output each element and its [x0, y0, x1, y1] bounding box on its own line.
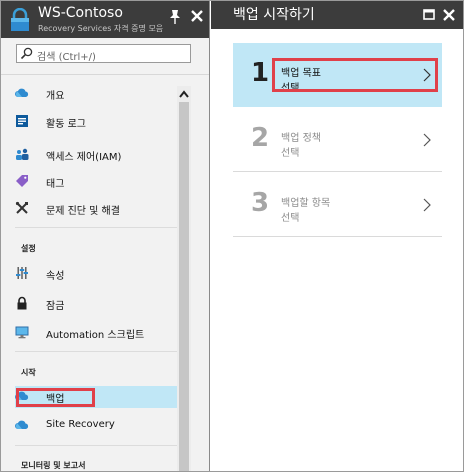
menu-item-site-recovery[interactable]: Site Recovery	[15, 415, 177, 437]
search-placeholder: 검색 (Ctrl+/)	[37, 52, 96, 63]
step-number: 1	[251, 58, 270, 88]
cloud-icon	[15, 420, 29, 429]
menu-label: Site Recovery	[46, 419, 115, 430]
chevron-right-icon	[423, 133, 431, 147]
menu-label: 잠금	[46, 301, 65, 312]
vault-title: WS-Contoso	[38, 5, 123, 21]
menu-label: Automation 스크립트	[46, 330, 145, 341]
lock-icon	[17, 296, 27, 310]
menu-item-locks[interactable]: 잠금	[15, 293, 177, 315]
getting-started-blade: 백업 시작하기 1 백업 목표 선택 2 백업 정책 선택 3 백업할 항목 선…	[211, 1, 463, 471]
step-title: 백업 정책	[281, 133, 321, 144]
vault-header: WS-Contoso Recovery Services 자격 증명 모음	[1, 1, 209, 38]
menu-item-overview[interactable]: 개요	[15, 83, 177, 105]
step-backup-policy[interactable]: 2 백업 정책 선택	[233, 108, 442, 172]
step-subtitle: 선택	[281, 213, 300, 224]
search-icon	[20, 47, 33, 60]
section-header-monitoring: 모니터링 및 보고서	[21, 461, 86, 470]
divider	[15, 351, 177, 352]
scrollbar-thumb[interactable]	[179, 102, 189, 471]
monitor-icon	[15, 326, 29, 339]
search-input[interactable]: 검색 (Ctrl+/)	[16, 44, 191, 63]
maximize-icon[interactable]	[423, 9, 435, 20]
menu-item-tags[interactable]: 태그	[15, 171, 177, 193]
menu-label: 활동 로그	[46, 119, 86, 130]
divider	[1, 74, 209, 75]
vault-icon	[11, 8, 29, 31]
vault-subtitle: Recovery Services 자격 증명 모음	[38, 24, 164, 33]
divider	[15, 445, 177, 446]
step-number: 3	[251, 188, 270, 218]
people-icon	[16, 148, 29, 160]
vault-blade: WS-Contoso Recovery Services 자격 증명 모음 검색…	[1, 1, 210, 471]
sliders-icon	[16, 267, 28, 279]
step-subtitle: 선택	[281, 148, 300, 159]
scrollbar[interactable]	[177, 86, 191, 471]
wrench-icon	[15, 201, 28, 214]
menu-label: 액세스 제어(IAM)	[46, 152, 122, 163]
menu-item-automation[interactable]: Automation 스크립트	[15, 322, 177, 344]
blade-header: 백업 시작하기	[211, 1, 463, 29]
cloud-icon	[15, 88, 29, 97]
menu-label: 개요	[46, 91, 65, 102]
menu-label: 속성	[46, 271, 65, 282]
highlight-box	[272, 58, 438, 92]
menu-item-diagnose[interactable]: 문제 진단 및 해결	[15, 198, 177, 220]
highlight-box	[16, 388, 95, 407]
tag-icon	[16, 175, 28, 187]
step-number: 2	[251, 123, 270, 153]
blade-title: 백업 시작하기	[233, 7, 315, 23]
divider	[15, 227, 177, 228]
menu-label: 태그	[46, 179, 65, 190]
menu-item-activity-log[interactable]: 활동 로그	[15, 111, 177, 133]
step-backup-goal[interactable]: 1 백업 목표 선택	[233, 43, 442, 107]
log-icon	[16, 115, 28, 127]
menu-item-properties[interactable]: 속성	[15, 263, 177, 285]
close-icon[interactable]	[443, 9, 455, 21]
close-icon[interactable]	[191, 10, 203, 22]
step-title: 백업할 항목	[281, 198, 331, 209]
section-header-settings: 설정	[21, 244, 36, 253]
chevron-up-icon[interactable]	[177, 88, 191, 100]
pin-icon[interactable]	[168, 9, 182, 25]
menu-label: 문제 진단 및 해결	[46, 206, 120, 217]
chevron-right-icon	[423, 198, 431, 212]
step-items-to-backup[interactable]: 3 백업할 항목 선택	[233, 173, 442, 237]
menu-item-iam[interactable]: 액세스 제어(IAM)	[15, 144, 177, 166]
section-header-start: 시작	[21, 368, 36, 377]
